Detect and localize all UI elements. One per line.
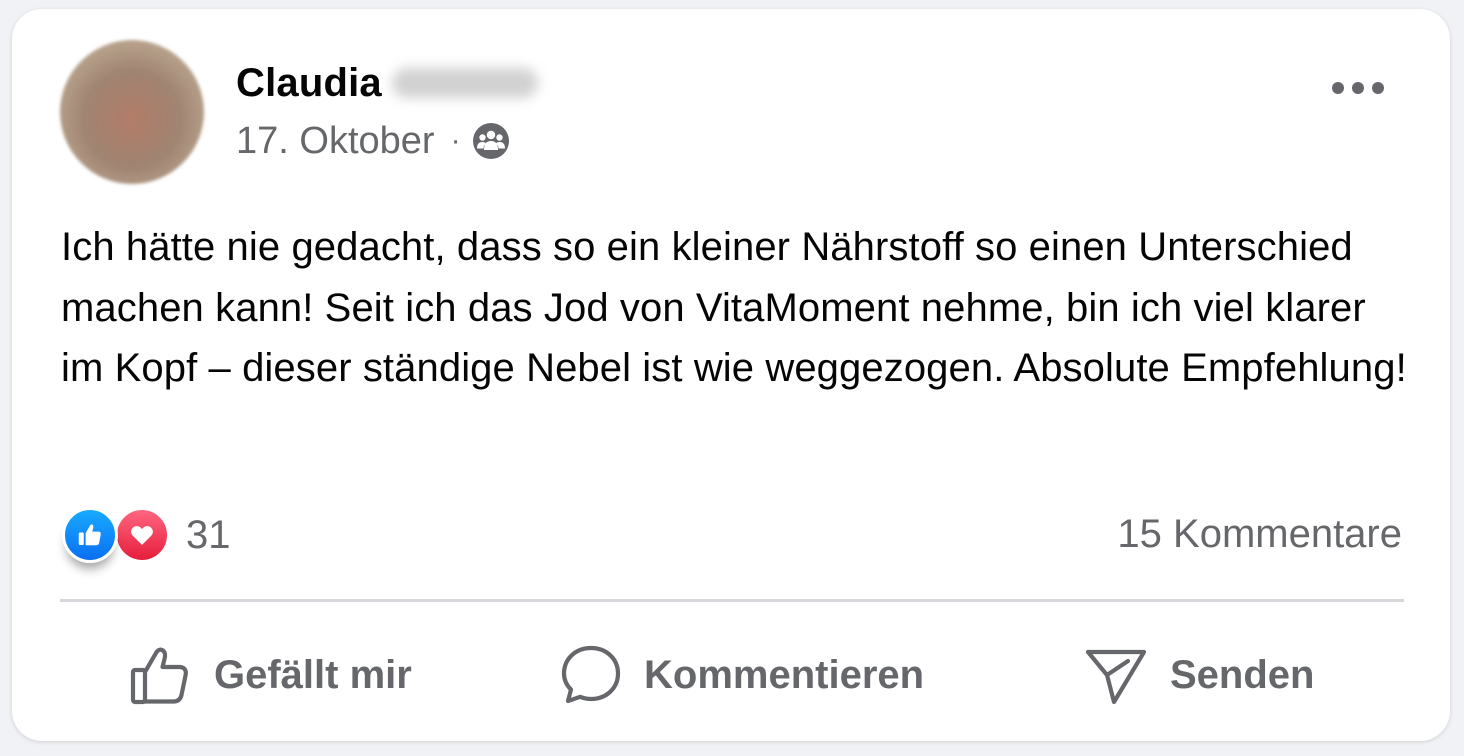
post-card: Claudia 17. Oktober · Ich hätte nie geda… bbox=[12, 9, 1450, 741]
friends-group-icon[interactable] bbox=[471, 121, 511, 161]
divider bbox=[60, 599, 1404, 602]
comment-bubble-icon bbox=[560, 644, 622, 706]
comment-button-label: Kommentieren bbox=[644, 652, 925, 697]
send-button-label: Senden bbox=[1170, 652, 1315, 697]
post-meta: 17. Oktober · bbox=[236, 119, 511, 163]
reactions-summary[interactable]: 31 bbox=[62, 506, 231, 564]
dot-icon bbox=[1352, 82, 1364, 94]
author-row: Claudia bbox=[236, 59, 538, 107]
dot-icon bbox=[1372, 82, 1384, 94]
reactions-count: 31 bbox=[186, 512, 231, 557]
like-reaction-icon bbox=[62, 507, 118, 563]
author-surname-redacted bbox=[391, 68, 538, 98]
post-date[interactable]: 17. Oktober bbox=[236, 120, 435, 163]
post-text: Ich hätte nie gedacht, dass so ein klein… bbox=[61, 225, 1407, 390]
dot-icon bbox=[1332, 82, 1344, 94]
send-paper-plane-icon bbox=[1084, 644, 1148, 706]
like-button-label: Gefällt mir bbox=[214, 652, 412, 697]
thumbs-up-icon bbox=[130, 644, 192, 706]
love-reaction-icon bbox=[114, 507, 170, 563]
meta-separator: · bbox=[450, 124, 461, 157]
comments-count-link[interactable]: 15 Kommentare bbox=[1117, 512, 1402, 557]
like-button[interactable]: Gefällt mir bbox=[130, 645, 412, 705]
more-options-button[interactable] bbox=[1332, 77, 1384, 99]
author-name[interactable]: Claudia bbox=[236, 61, 382, 106]
send-button[interactable]: Senden bbox=[1084, 645, 1314, 705]
comment-button[interactable]: Kommentieren bbox=[560, 645, 924, 705]
author-avatar[interactable] bbox=[60, 40, 204, 184]
